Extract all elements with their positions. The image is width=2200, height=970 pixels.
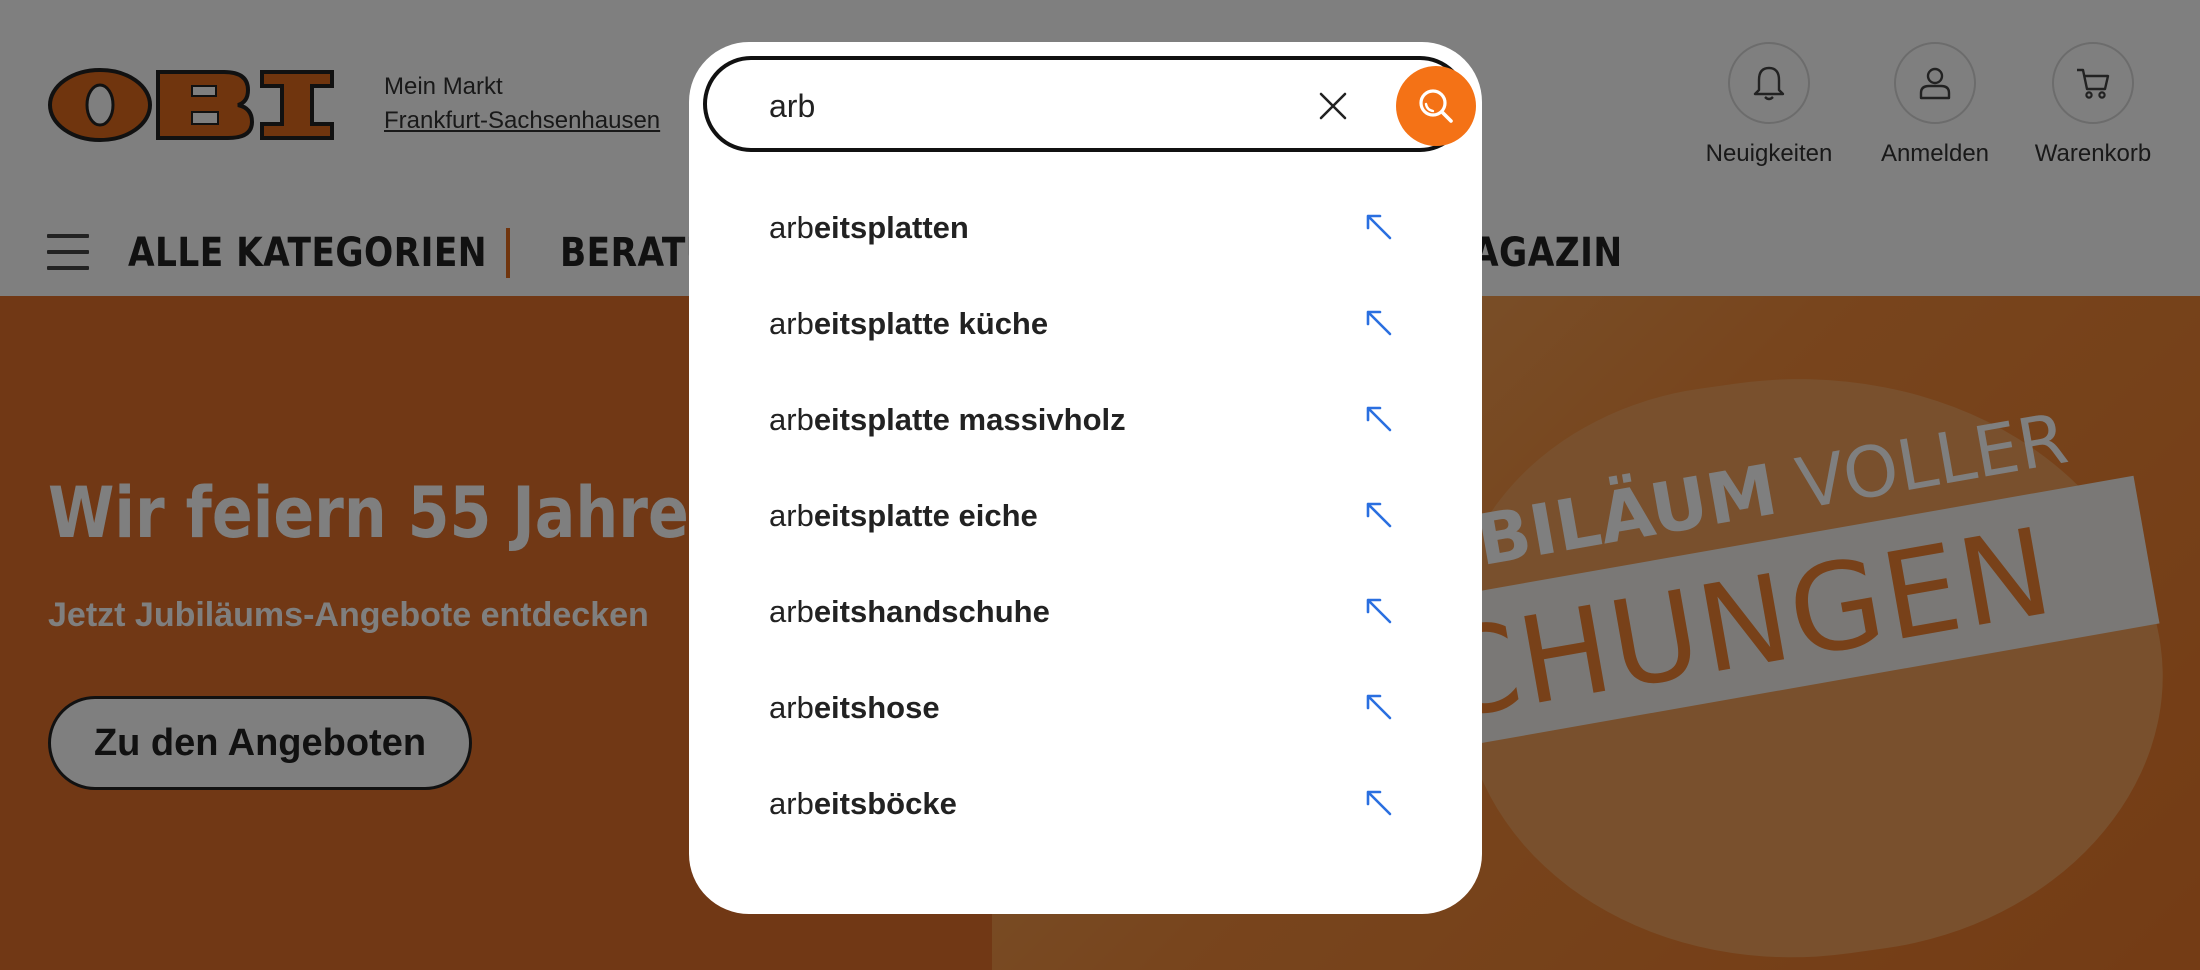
suggestion-query: arb (769, 306, 814, 341)
suggestion-completion: eitsböcke (813, 786, 957, 821)
search-suggestions: arbeitsplatten arbeitsplatte küche arbei… (689, 182, 1482, 854)
suggestion-query: arb (769, 402, 814, 437)
search-field (703, 56, 1476, 152)
suggestion-query: arb (769, 210, 814, 245)
suggestion-item[interactable]: arbeitsplatte eiche (689, 470, 1482, 566)
suggestion-item[interactable]: arbeitsplatten (689, 182, 1482, 278)
suggestion-query: arb (769, 690, 814, 725)
suggestion-text: arbeitsplatte massivholz (769, 402, 1126, 438)
arrow-up-left-icon[interactable] (1360, 208, 1400, 248)
suggestion-text: arbeitshandschuhe (769, 594, 1050, 630)
suggestion-item[interactable]: arbeitshandschuhe (689, 566, 1482, 662)
arrow-up-left-icon[interactable] (1360, 496, 1400, 536)
suggestion-text: arbeitshose (769, 690, 940, 726)
suggestion-text: arbeitsböcke (769, 786, 957, 822)
close-icon (1319, 92, 1347, 120)
suggestion-completion: eitsplatten (813, 210, 969, 245)
suggestion-completion: eitshandschuhe (813, 594, 1050, 629)
suggestion-item[interactable]: arbeitsplatte massivholz (689, 374, 1482, 470)
suggestion-query: arb (769, 498, 814, 533)
suggestion-query: arb (769, 786, 814, 821)
suggestion-completion: eitshose (813, 690, 940, 725)
arrow-up-left-icon[interactable] (1360, 304, 1400, 344)
suggestion-text: arbeitsplatten (769, 210, 969, 246)
suggestion-item[interactable]: arbeitsplatte küche (689, 278, 1482, 374)
suggestion-text: arbeitsplatte küche (769, 306, 1048, 342)
suggestion-completion: eitsplatte massivholz (813, 402, 1126, 437)
search-icon (1419, 89, 1453, 123)
suggestion-item[interactable]: arbeitshose (689, 662, 1482, 758)
suggestion-item[interactable]: arbeitsböcke (689, 758, 1482, 854)
suggestion-query: arb (769, 594, 814, 629)
search-input[interactable] (769, 82, 1269, 130)
arrow-up-left-icon[interactable] (1360, 592, 1400, 632)
arrow-up-left-icon[interactable] (1360, 784, 1400, 824)
search-modal: arbeitsplatten arbeitsplatte küche arbei… (689, 42, 1482, 914)
suggestion-text: arbeitsplatte eiche (769, 498, 1038, 534)
suggestion-completion: eitsplatte eiche (813, 498, 1038, 533)
suggestion-completion: eitsplatte küche (813, 306, 1049, 341)
arrow-up-left-icon[interactable] (1360, 400, 1400, 440)
arrow-up-left-icon[interactable] (1360, 688, 1400, 728)
search-submit-button[interactable] (1396, 66, 1476, 146)
clear-search-button[interactable] (1311, 84, 1355, 128)
